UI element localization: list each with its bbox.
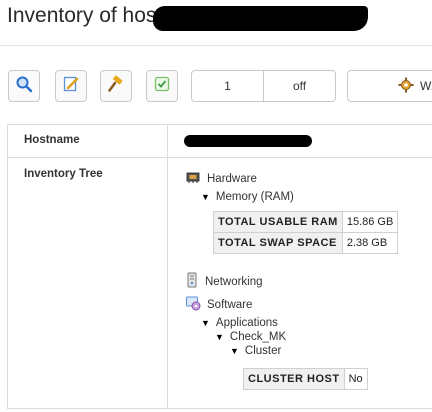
hardware-icon <box>185 170 201 187</box>
table-row: TOTAL USABLE RAM 15.86 GB <box>213 211 399 233</box>
tree-node-check-mk[interactable]: ▼ Check_MK <box>215 331 286 343</box>
networking-icon <box>185 272 199 291</box>
cluster-key: CLUSTER HOST <box>243 368 345 390</box>
cluster-label: Cluster <box>244 345 282 357</box>
edit-button[interactable] <box>55 70 87 102</box>
cluster-value: No <box>343 368 368 390</box>
memory-table: TOTAL USABLE RAM 15.86 GB TOTAL SWAP SPA… <box>213 211 399 254</box>
memory-label: Memory (RAM) <box>215 191 294 203</box>
triangle-down-icon: ▼ <box>230 346 239 356</box>
applications-label: Applications <box>215 317 278 329</box>
title-divider <box>0 45 432 46</box>
hammer-icon <box>107 75 125 97</box>
hammer-button[interactable] <box>100 70 132 102</box>
networking-label: Networking <box>205 275 263 288</box>
memory-key: TOTAL USABLE RAM <box>213 211 343 233</box>
redacted-hostname-value <box>184 135 312 147</box>
triangle-down-icon: ▼ <box>201 192 210 202</box>
page-title: Inventory of host <box>7 4 163 27</box>
view-button-label: W... <box>420 79 432 93</box>
memory-key: TOTAL SWAP SPACE <box>213 232 343 254</box>
search-icon <box>15 75 33 97</box>
hardware-label: Hardware <box>207 172 257 185</box>
triangle-down-icon: ▼ <box>201 318 210 328</box>
software-icon <box>185 295 201 314</box>
inventory-table: Hostname Inventory Tree Hardware ▼ Memor… <box>7 124 432 409</box>
view-button[interactable]: W... <box>347 70 432 102</box>
tree-node-applications[interactable]: ▼ Applications <box>201 317 278 329</box>
wato-icon <box>398 77 414 96</box>
hostname-label: Hostname <box>24 134 80 146</box>
search-button[interactable] <box>8 70 40 102</box>
tree-node-memory[interactable]: ▼ Memory (RAM) <box>201 191 294 203</box>
cluster-table: CLUSTER HOST No <box>243 368 368 390</box>
row-divider <box>8 157 432 158</box>
number-toggle[interactable]: 1 off <box>191 70 336 102</box>
edit-icon <box>62 75 80 97</box>
memory-value: 15.86 GB <box>341 211 399 233</box>
checkbox-icon <box>153 75 171 97</box>
tree-node-software[interactable]: Software <box>185 295 252 314</box>
inventory-tree-label: Inventory Tree <box>24 168 103 180</box>
software-label: Software <box>207 298 253 311</box>
number-state[interactable]: off <box>264 71 335 101</box>
tree-node-hardware[interactable]: Hardware <box>185 170 257 187</box>
tree-node-networking[interactable]: Networking <box>185 272 263 291</box>
triangle-down-icon: ▼ <box>215 332 224 342</box>
number-value[interactable]: 1 <box>192 71 264 101</box>
tree-node-cluster[interactable]: ▼ Cluster <box>230 345 281 357</box>
redacted-hostname-bar <box>153 6 368 31</box>
table-row: CLUSTER HOST No <box>243 368 368 390</box>
table-row: TOTAL SWAP SPACE 2.38 GB <box>213 232 399 254</box>
toolbar: 1 off W... <box>0 70 432 106</box>
checkbox-button[interactable] <box>146 70 178 102</box>
memory-value: 2.38 GB <box>341 232 399 254</box>
check-mk-label: Check_MK <box>229 331 287 343</box>
